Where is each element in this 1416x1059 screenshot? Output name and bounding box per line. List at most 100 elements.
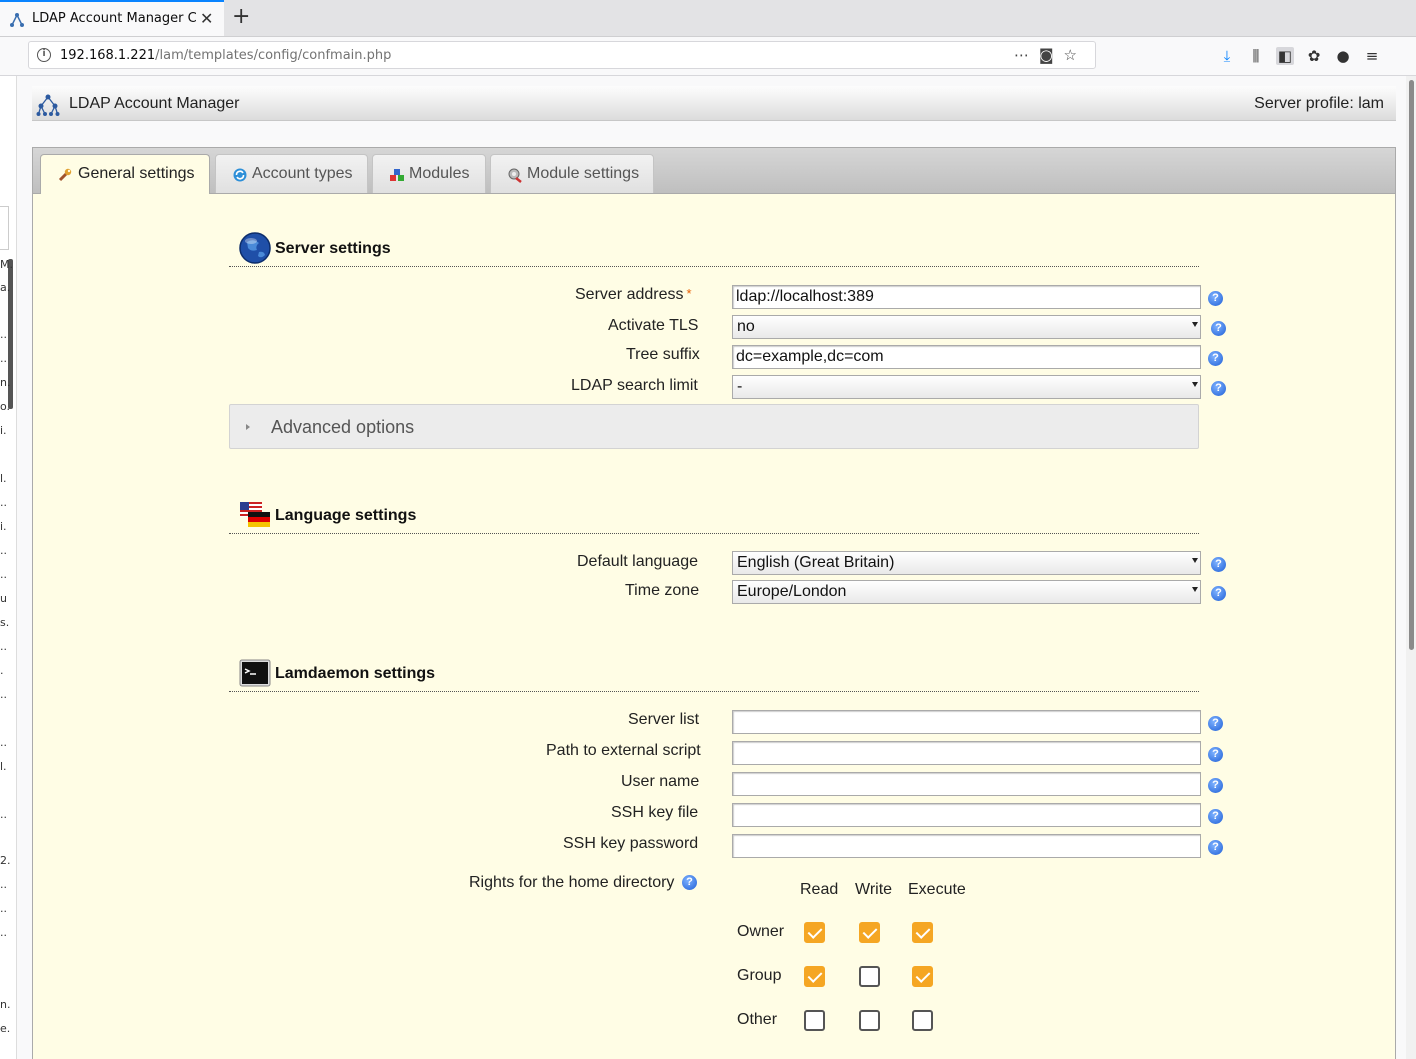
section-title: Language settings — [275, 507, 417, 524]
download-icon[interactable]: ⤓ — [1218, 47, 1236, 65]
server-profile-label: Server profile: lam — [1254, 95, 1384, 112]
sidebar-text: 2. — [0, 854, 11, 867]
select-value: no — [737, 318, 755, 335]
help-icon[interactable]: ? — [1208, 716, 1223, 731]
sidebar-text: .. — [0, 568, 7, 581]
advanced-options-accordion[interactable]: Advanced options — [229, 404, 1199, 449]
pocket-icon[interactable]: ◙ — [1039, 46, 1064, 64]
tab-modules[interactable]: Modules — [372, 154, 486, 193]
flags-icon — [240, 502, 270, 527]
time-zone-select[interactable]: Europe/London — [732, 580, 1201, 604]
dropdown-arrow-icon — [1192, 322, 1198, 327]
tab-label: General settings — [78, 165, 195, 182]
sidebar-edge-box — [0, 206, 9, 250]
group-read-checkbox[interactable] — [804, 966, 825, 987]
select-value: - — [737, 378, 743, 395]
sidebar-text: s. — [0, 616, 10, 629]
label-text: Server address — [575, 286, 684, 303]
help-icon[interactable]: ? — [682, 875, 697, 890]
sidebar-text: l. — [0, 472, 7, 485]
help-icon[interactable]: ? — [1211, 557, 1226, 572]
url-host: 192.168.1.221 — [60, 48, 156, 63]
tree-suffix-input[interactable]: dc=example,dc=com — [732, 345, 1201, 369]
sidebar-text: . — [0, 664, 4, 677]
help-icon[interactable]: ? — [1208, 840, 1223, 855]
help-icon[interactable]: ? — [1208, 291, 1223, 306]
url-text[interactable]: 192.168.1.221/lam/templates/config/confm… — [60, 48, 391, 63]
help-icon[interactable]: ? — [1211, 586, 1226, 601]
extension-icon[interactable]: ✿ — [1305, 47, 1323, 65]
sidebar-text: n. — [0, 376, 11, 389]
group-execute-checkbox[interactable] — [912, 966, 933, 987]
help-icon[interactable]: ? — [1208, 747, 1223, 762]
tab-account-types[interactable]: Account types — [215, 154, 368, 193]
sidebar-text: a. — [0, 281, 11, 294]
tab-module-settings[interactable]: Module settings — [490, 154, 654, 193]
help-icon[interactable]: ? — [1211, 381, 1226, 396]
ssh-key-password-input[interactable] — [732, 834, 1201, 858]
sidebar-text: .. — [0, 878, 7, 891]
account-icon[interactable]: ● — [1334, 47, 1352, 65]
owner-execute-checkbox[interactable] — [912, 922, 933, 943]
external-script-input[interactable] — [732, 741, 1201, 765]
scrollbar-thumb[interactable] — [1409, 80, 1414, 650]
tab-label: Account types — [252, 165, 353, 182]
user-name-input[interactable] — [732, 772, 1201, 796]
lam-logo-icon — [36, 94, 60, 116]
dropdown-arrow-icon — [1192, 587, 1198, 592]
server-list-input[interactable] — [732, 710, 1201, 734]
url-bar[interactable]: i 192.168.1.221/lam/templates/config/con… — [28, 41, 1096, 69]
menu-icon[interactable]: ≡ — [1363, 47, 1381, 65]
search-limit-label: LDAP search limit — [571, 377, 698, 394]
sidebar-toggle-icon[interactable]: ◧ — [1276, 47, 1294, 65]
new-tab-button[interactable]: + — [232, 5, 250, 29]
group-write-checkbox[interactable] — [859, 966, 880, 987]
browser-tab[interactable]: LDAP Account Manager Configuration ✕ — [0, 0, 224, 36]
tab-general-settings[interactable]: General settings — [40, 154, 210, 194]
owner-write-checkbox[interactable] — [859, 922, 880, 943]
help-icon[interactable]: ? — [1208, 809, 1223, 824]
sidebar-text: .. — [0, 496, 7, 509]
wrench-icon — [58, 168, 72, 182]
navigation-bar: i 192.168.1.221/lam/templates/config/con… — [0, 37, 1416, 76]
module-settings-icon — [508, 168, 522, 183]
sidebar-text: n. — [0, 998, 11, 1011]
column-write: Write — [855, 881, 893, 898]
required-marker: * — [686, 286, 692, 301]
page-actions-icon[interactable]: ⋯ — [1014, 46, 1039, 64]
browser-tab-title: LDAP Account Manager Configuration — [32, 11, 196, 26]
default-language-select[interactable]: English (Great Britain) — [732, 551, 1201, 575]
home-rights-label: Rights for the home directory — [469, 874, 675, 891]
sidebar-text: .. — [0, 328, 7, 341]
ssh-key-password-label: SSH key password — [563, 835, 699, 852]
lam-header: LDAP Account Manager Server profile: lam — [32, 86, 1396, 121]
user-name-label: User name — [621, 773, 700, 790]
sidebar-text: .. — [0, 736, 7, 749]
url-path: /lam/templates/config/confmain.php — [155, 48, 392, 63]
url-actions: ⋯◙☆ — [1014, 46, 1087, 64]
tab-label: Module settings — [527, 165, 640, 182]
other-write-checkbox[interactable] — [859, 1010, 880, 1031]
site-info-icon[interactable]: i — [37, 48, 51, 62]
ssh-key-file-input[interactable] — [732, 803, 1201, 827]
globe-icon — [239, 232, 271, 264]
other-execute-checkbox[interactable] — [912, 1010, 933, 1031]
sidebar-text: .. — [0, 902, 7, 915]
library-icon[interactable]: ⫼ — [1247, 47, 1265, 65]
activate-tls-select[interactable]: no — [732, 315, 1201, 339]
search-limit-select[interactable]: - — [732, 375, 1201, 399]
close-tab-icon[interactable]: ✕ — [200, 10, 213, 28]
other-read-checkbox[interactable] — [804, 1010, 825, 1031]
page-scrollbar[interactable] — [1406, 76, 1416, 1059]
help-icon[interactable]: ? — [1208, 778, 1223, 793]
owner-read-checkbox[interactable] — [804, 922, 825, 943]
sidebar-text: .. — [0, 640, 7, 653]
server-address-input[interactable]: ldap://localhost:389 — [732, 285, 1201, 309]
help-icon[interactable]: ? — [1211, 321, 1226, 336]
column-read: Read — [800, 881, 839, 898]
config-tab-bar: General settings Account types Modules M… — [33, 148, 1395, 194]
bookmark-star-icon[interactable]: ☆ — [1064, 46, 1087, 64]
activate-tls-label: Activate TLS — [608, 317, 699, 334]
select-value: Europe/London — [737, 583, 847, 600]
help-icon[interactable]: ? — [1208, 351, 1223, 366]
